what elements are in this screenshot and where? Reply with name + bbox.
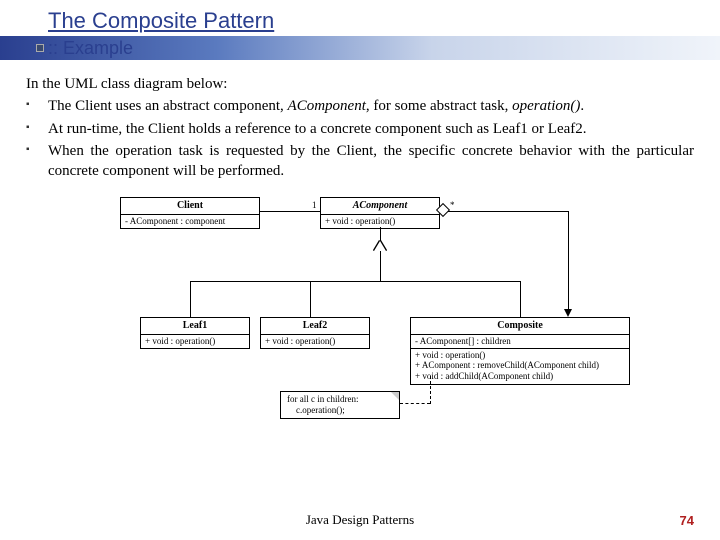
page-subtitle: :: Example: [48, 38, 133, 59]
intro-text: In the UML class diagram below:: [26, 74, 694, 94]
uml-class-acomponent: AComponent + void : operation(): [320, 197, 440, 228]
uml-line: [310, 281, 311, 317]
bullet-item: The Client uses an abstract component, A…: [48, 96, 694, 116]
uml-line: [448, 211, 568, 212]
footer-text: Java Design Patterns: [0, 512, 720, 528]
uml-note: for all c in children: c.operation();: [280, 391, 400, 419]
uml-note-link: [400, 403, 430, 404]
uml-multiplicity: *: [450, 199, 455, 211]
page-title: The Composite Pattern: [48, 8, 720, 34]
page-number: 74: [680, 513, 694, 528]
bullet-item: At run-time, the Client holds a referenc…: [48, 119, 694, 139]
bullet-item: When the operation task is requested by …: [48, 141, 694, 182]
uml-note-link: [430, 376, 431, 404]
bullet-icon: [36, 44, 44, 52]
uml-line: [568, 211, 569, 311]
uml-multiplicity: 1: [312, 199, 317, 211]
uml-class-leaf2: Leaf2 + void : operation(): [260, 317, 370, 348]
uml-line: [520, 281, 521, 317]
uml-line: [190, 281, 520, 282]
uml-class-composite: Composite - AComponent[] : children + vo…: [410, 317, 630, 385]
uml-line: [380, 251, 381, 281]
uml-association: [260, 211, 320, 212]
uml-diagram: Client - AComponent : component ACompone…: [90, 191, 630, 441]
content: In the UML class diagram below: The Clie…: [0, 60, 720, 441]
uml-class-client: Client - AComponent : component: [120, 197, 260, 228]
subtitle-bar: :: Example: [0, 36, 720, 60]
uml-line: [190, 281, 191, 317]
uml-generalization-icon: [374, 241, 386, 251]
arrow-down-icon: [564, 309, 572, 317]
uml-class-leaf1: Leaf1 + void : operation(): [140, 317, 250, 348]
